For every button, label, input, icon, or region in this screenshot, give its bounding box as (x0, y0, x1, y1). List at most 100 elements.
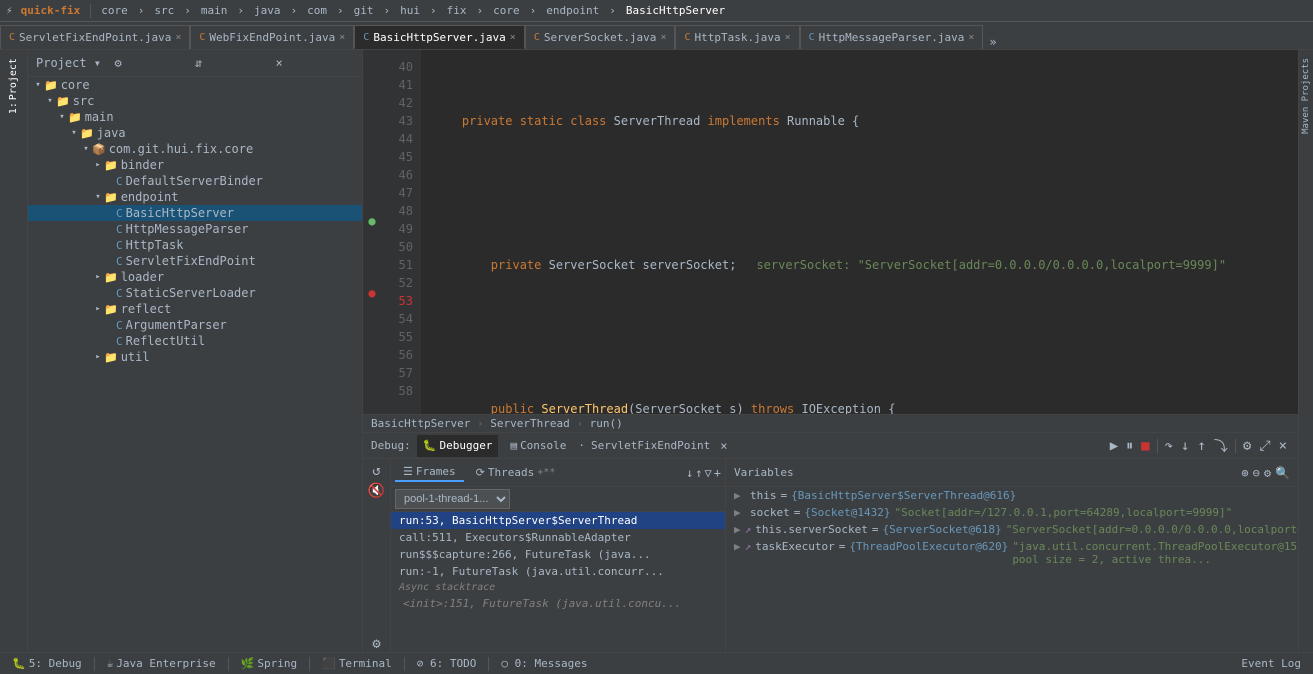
pause-btn[interactable]: ⏸ (1123, 437, 1136, 455)
tree-item-src[interactable]: ▾ 📁 src (28, 93, 362, 109)
resume-btn[interactable]: ▶ (1107, 437, 1121, 455)
terminal-status[interactable]: ⬛ Terminal (318, 657, 396, 670)
stop-btn[interactable]: ■ (1138, 437, 1152, 455)
step-out-btn[interactable]: ↑ (1194, 437, 1208, 455)
tab-servlet-fix[interactable]: C ServletFixEndPoint.java × (0, 25, 190, 49)
tree-item-basic-http[interactable]: C BasicHttpServer (28, 205, 362, 221)
var-item-task-executor[interactable]: ▶ ↗ taskExecutor = {ThreadPoolExecutor@6… (726, 538, 1298, 568)
debug-restart-icon[interactable]: ↺ (372, 463, 380, 479)
code-view[interactable]: ● ● 40 41 42 43 44 (363, 50, 1298, 414)
frames-add-btn[interactable]: + (714, 466, 721, 480)
bc-hui[interactable]: hui (400, 4, 420, 17)
step-into-btn[interactable]: ↓ (1178, 437, 1192, 455)
step-over-btn[interactable]: ↷ (1162, 437, 1176, 455)
var-expand-icon[interactable]: ▶ (734, 506, 746, 519)
sidebar-close-icon[interactable]: × (274, 54, 355, 72)
tree-item-loader[interactable]: ▸ 📁 loader (28, 269, 362, 285)
frame-item-2[interactable]: run$$$capture:266, FutureTask (java... (391, 546, 725, 563)
tree-item-static-loader[interactable]: C StaticServerLoader (28, 285, 362, 301)
code-content[interactable]: private static class ServerThread implem… (421, 50, 1298, 414)
tree-item-reflect[interactable]: ▸ 📁 reflect (28, 301, 362, 317)
debug-session-name[interactable]: ServletFixEndPoint (591, 439, 710, 452)
tree-item-reflect-util[interactable]: C ReflectUtil (28, 333, 362, 349)
close-icon[interactable]: × (510, 32, 516, 43)
bc-git[interactable]: git (354, 4, 374, 17)
thread-dropdown[interactable]: pool-1-thread-1... (395, 489, 510, 509)
run-to-cursor-btn[interactable]: ⤵ (1211, 435, 1231, 457)
sidebar-expand-icon[interactable]: ⇵ (193, 54, 274, 72)
restore-layout-btn[interactable]: ⤢ (1256, 437, 1273, 455)
bc-endpoint[interactable]: endpoint (546, 4, 599, 17)
tab-http-message-parser[interactable]: C HttpMessageParser.java × (800, 25, 984, 49)
event-log-status[interactable]: Event Log (1237, 657, 1305, 670)
var-expand-icon[interactable]: ▶ (734, 523, 741, 536)
var-settings-btn[interactable]: ⚙ (1264, 466, 1271, 480)
spring-status[interactable]: 🌿 Spring (237, 657, 301, 670)
frames-up-btn[interactable]: ↑ (695, 466, 702, 480)
tree-item-default-binder[interactable]: C DefaultServerBinder (28, 173, 362, 189)
close-icon[interactable]: × (339, 32, 345, 43)
tree-item-util[interactable]: ▸ 📁 util (28, 349, 362, 365)
var-collapse-all-btn[interactable]: ⊖ (1253, 466, 1260, 480)
tree-item-endpoint[interactable]: ▾ 📁 endpoint (28, 189, 362, 205)
frame-item-1[interactable]: call:511, Executors$RunnableAdapter (391, 529, 725, 546)
bc-basic-http[interactable]: BasicHttpServer (371, 417, 470, 430)
toolbar-project[interactable]: quick-fix (21, 4, 81, 17)
settings-btn[interactable]: ⚙ (1240, 437, 1254, 455)
var-item-server-socket[interactable]: ▶ ↗ this.serverSocket = {ServerSocket@61… (726, 521, 1298, 538)
frames-filter-btn[interactable]: ▽ (705, 466, 712, 480)
close-icon[interactable]: × (785, 32, 791, 43)
var-search-btn[interactable]: 🔍 (1275, 466, 1290, 480)
tab-http-task[interactable]: C HttpTask.java × (675, 25, 799, 49)
bc-fix[interactable]: fix (447, 4, 467, 17)
tree-item-arg-parser[interactable]: C ArgumentParser (28, 317, 362, 333)
maven-label[interactable]: Maven Projects (1300, 54, 1312, 138)
tree-item-http-message[interactable]: C HttpMessageParser (28, 221, 362, 237)
frame-item-3[interactable]: run:-1, FutureTask (java.util.concurr... (391, 563, 725, 580)
close-icon[interactable]: × (968, 32, 974, 43)
tree-item-binder[interactable]: ▸ 📁 binder (28, 157, 362, 173)
tab-web-fix[interactable]: C WebFixEndPoint.java × (190, 25, 354, 49)
close-icon[interactable]: × (660, 32, 666, 43)
debug-mute-icon[interactable]: 🔇 (368, 483, 385, 499)
var-expand-icon[interactable]: ▶ (734, 540, 741, 553)
bc-run[interactable]: run() (590, 417, 623, 430)
close-debug-icon[interactable]: × (720, 439, 727, 453)
bc-server-thread[interactable]: ServerThread (490, 417, 569, 430)
messages-status[interactable]: ○ 0: Messages (497, 657, 591, 670)
bc-core2[interactable]: core (493, 4, 520, 17)
project-panel-label[interactable]: 1: Project (4, 50, 23, 122)
debug-status[interactable]: 🐛 5: Debug (8, 657, 86, 670)
bc-src[interactable]: src (154, 4, 174, 17)
tree-item-java[interactable]: ▾ 📁 java (28, 125, 362, 141)
tree-item-http-task[interactable]: C HttpTask (28, 237, 362, 253)
tab-threads[interactable]: ⟳ Threads +** (468, 464, 564, 481)
debug-tab-console[interactable]: ▤Console (504, 435, 572, 457)
bc-java[interactable]: java (254, 4, 281, 17)
debug-tab-debugger[interactable]: 🐛Debugger (417, 435, 499, 457)
frame-item-0[interactable]: run:53, BasicHttpServer$ServerThread (391, 512, 725, 529)
frame-item-async[interactable]: <init>:151, FutureTask (java.util.concu.… (391, 595, 725, 612)
tree-item-main[interactable]: ▾ 📁 main (28, 109, 362, 125)
todo-status[interactable]: ⊘ 6: TODO (413, 657, 481, 670)
close-panel-btn[interactable]: × (1276, 437, 1290, 455)
tree-item-core[interactable]: ▾ 📁 core (28, 77, 362, 93)
bc-com[interactable]: com (307, 4, 327, 17)
var-expand-all-btn[interactable]: ⊕ (1241, 466, 1248, 480)
tabs-overflow[interactable]: » (983, 35, 1002, 49)
close-icon[interactable]: × (175, 32, 181, 43)
tab-server-socket[interactable]: C ServerSocket.java × (525, 25, 676, 49)
java-enterprise-status[interactable]: ☕ Java Enterprise (103, 657, 220, 670)
debug-gear-icon[interactable]: ⚙ (372, 636, 380, 652)
tab-frames[interactable]: ☰ Frames (395, 463, 464, 482)
sidebar-settings-icon[interactable]: ⚙ (113, 54, 194, 72)
frames-down-btn[interactable]: ↓ (686, 466, 693, 480)
bc-core[interactable]: core (101, 4, 128, 17)
var-item-this[interactable]: ▶ this = {BasicHttpServer$ServerThread@6… (726, 487, 1298, 504)
tree-item-package[interactable]: ▾ 📦 com.git.hui.fix.core (28, 141, 362, 157)
bc-main[interactable]: main (201, 4, 228, 17)
tab-basic-http-server[interactable]: C BasicHttpServer.java × (354, 25, 525, 49)
var-expand-icon[interactable]: ▶ (734, 489, 746, 502)
bc-basichttp[interactable]: BasicHttpServer (626, 4, 725, 17)
var-item-socket[interactable]: ▶ socket = {Socket@1432} "Socket[addr=/1… (726, 504, 1298, 521)
